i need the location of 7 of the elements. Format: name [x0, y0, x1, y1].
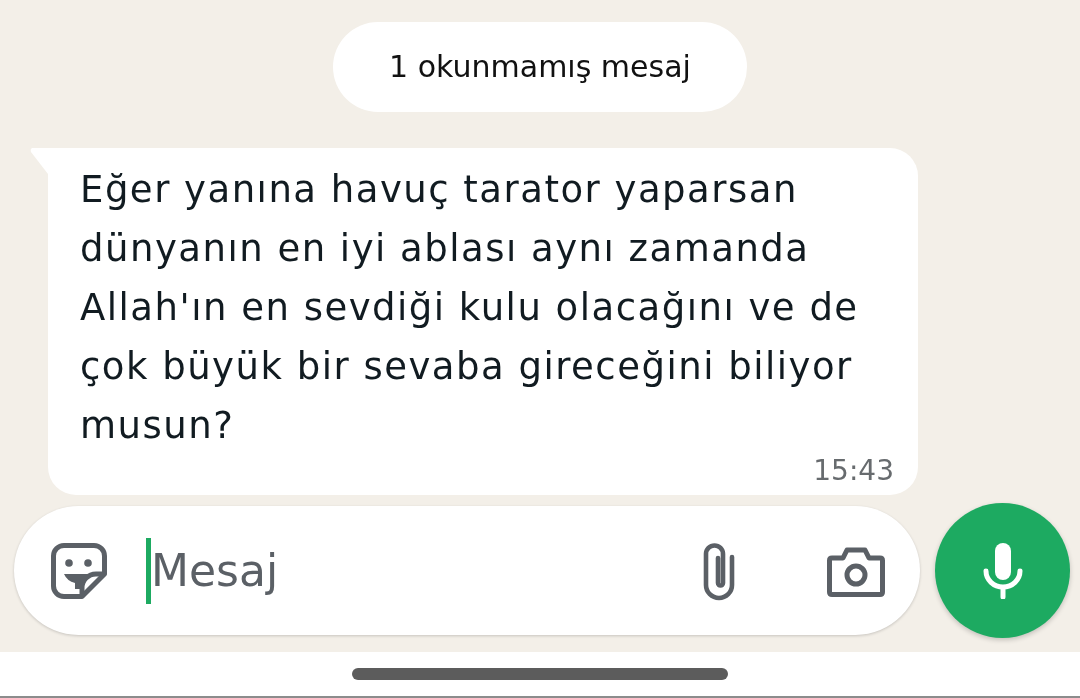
message-input[interactable]: Mesaj — [151, 535, 699, 606]
message-input-field[interactable]: Mesaj — [14, 506, 920, 635]
sticker-icon[interactable] — [50, 541, 108, 600]
unread-messages-banner: 1 okunmamış mesaj — [333, 22, 747, 112]
message-text: Eğer yanına havuç tarator yaparsan dünyanın en iyi ablası aynı zamanda Allah'ın en sevdiği kulu olacağını ve de çok büyük bir sevaba gireceğini biliyor musun? — [80, 167, 860, 449]
microphone-icon — [982, 542, 1023, 599]
message-time: 15:43 — [813, 455, 894, 487]
